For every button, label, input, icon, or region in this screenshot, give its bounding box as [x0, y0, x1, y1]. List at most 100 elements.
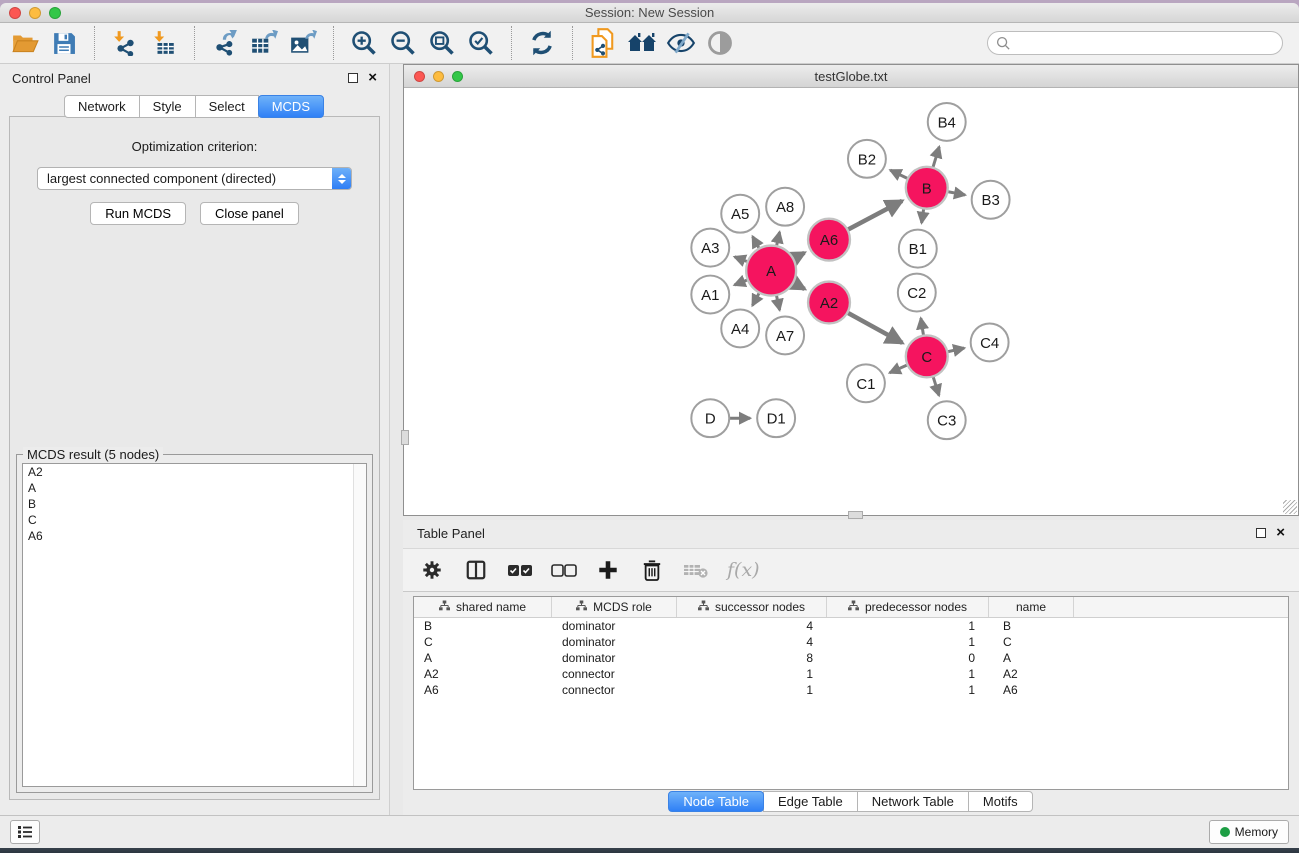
- unselect-all-columns-icon[interactable]: [551, 557, 577, 583]
- graph-node-C3[interactable]: C3: [928, 401, 966, 439]
- graph-node-A[interactable]: A: [746, 246, 796, 296]
- graph-node-C2[interactable]: C2: [898, 274, 936, 312]
- export-network-icon[interactable]: [210, 28, 240, 58]
- table-cell[interactable]: A6: [414, 683, 552, 697]
- graph-node-D[interactable]: D: [691, 399, 729, 437]
- result-list-item[interactable]: A: [23, 480, 366, 496]
- memory-button[interactable]: Memory: [1209, 820, 1289, 844]
- run-mcds-button[interactable]: Run MCDS: [90, 202, 186, 225]
- task-history-button[interactable]: [10, 820, 40, 844]
- table-cell[interactable]: A2: [989, 667, 1074, 681]
- graph-node-B[interactable]: B: [906, 167, 948, 209]
- table-row[interactable]: Cdominator41C: [414, 634, 1288, 650]
- graph-edge-A2-C[interactable]: [846, 312, 903, 343]
- graph-node-C[interactable]: C: [906, 335, 948, 377]
- result-scrollbar[interactable]: [353, 464, 366, 786]
- tab-select[interactable]: Select: [195, 95, 259, 118]
- graph-node-D1[interactable]: D1: [757, 399, 795, 437]
- tab-motifs[interactable]: Motifs: [968, 791, 1033, 812]
- graph-node-B3[interactable]: B3: [972, 181, 1010, 219]
- table-cell[interactable]: 1: [827, 667, 989, 681]
- table-cell[interactable]: A: [989, 651, 1074, 665]
- graph-node-A3[interactable]: A3: [691, 229, 729, 267]
- graph-edge-A6-B[interactable]: [846, 201, 902, 231]
- graph-node-B2[interactable]: B2: [848, 140, 886, 178]
- tab-network[interactable]: Network: [64, 95, 140, 118]
- tab-node-table[interactable]: Node Table: [668, 791, 764, 812]
- graph-edge-B-B4[interactable]: [932, 147, 939, 170]
- table-cell[interactable]: 4: [677, 635, 827, 649]
- splitter-grip[interactable]: [848, 511, 863, 519]
- table-cell[interactable]: dominator: [552, 651, 677, 665]
- cyndex-home-icon[interactable]: [627, 28, 657, 58]
- network-window-titlebar[interactable]: testGlobe.txt: [404, 65, 1298, 88]
- graph-node-B4[interactable]: B4: [928, 103, 966, 141]
- close-panel-button[interactable]: Close panel: [200, 202, 299, 225]
- mcds-result-list[interactable]: A2ABCA6: [22, 463, 367, 787]
- network-zoom-button[interactable]: [452, 71, 463, 82]
- clone-network-icon[interactable]: [588, 28, 618, 58]
- import-network-icon[interactable]: [110, 28, 140, 58]
- open-session-icon[interactable]: [10, 28, 40, 58]
- table-cell[interactable]: A2: [414, 667, 552, 681]
- table-row[interactable]: Adominator80A: [414, 650, 1288, 666]
- show-graphics-details-icon[interactable]: [705, 28, 735, 58]
- table-cell[interactable]: 0: [827, 651, 989, 665]
- table-row[interactable]: A6connector11A6: [414, 682, 1288, 698]
- table-cell[interactable]: B: [989, 619, 1074, 633]
- graph-edge-B-B2[interactable]: [890, 170, 909, 179]
- hide-graphics-details-icon[interactable]: [666, 28, 696, 58]
- graph-edge-C-C1[interactable]: [890, 364, 910, 373]
- table-cell[interactable]: dominator: [552, 619, 677, 633]
- network-canvas[interactable]: B4B2BB3A5A8A6A3AB1A1A2C2A4A7C4CC1C3DD1: [404, 89, 1298, 515]
- table-cell[interactable]: connector: [552, 683, 677, 697]
- tab-network-table[interactable]: Network Table: [857, 791, 969, 812]
- table-cell[interactable]: 1: [827, 635, 989, 649]
- column-header-name[interactable]: name: [989, 597, 1074, 617]
- close-table-panel-icon[interactable]: ×: [1276, 528, 1285, 538]
- table-cell[interactable]: A6: [989, 683, 1074, 697]
- table-row[interactable]: Bdominator41B: [414, 618, 1288, 634]
- graph-node-B1[interactable]: B1: [899, 230, 937, 268]
- table-cell[interactable]: C: [414, 635, 552, 649]
- network-close-button[interactable]: [414, 71, 425, 82]
- graph-node-A2[interactable]: A2: [808, 282, 850, 324]
- save-session-icon[interactable]: [49, 28, 79, 58]
- tab-style[interactable]: Style: [139, 95, 196, 118]
- table-cell[interactable]: 4: [677, 619, 827, 633]
- table-cell[interactable]: 1: [827, 683, 989, 697]
- show-column-icon[interactable]: [463, 557, 489, 583]
- network-minimize-button[interactable]: [433, 71, 444, 82]
- import-table-icon[interactable]: [149, 28, 179, 58]
- search-input[interactable]: [1016, 36, 1274, 50]
- result-list-item[interactable]: A2: [23, 464, 366, 480]
- graph-node-C4[interactable]: C4: [971, 323, 1009, 361]
- table-row[interactable]: A2connector11A2: [414, 666, 1288, 682]
- export-table-icon[interactable]: [249, 28, 279, 58]
- zoom-window-button[interactable]: [49, 7, 61, 19]
- tab-edge-table[interactable]: Edge Table: [763, 791, 858, 812]
- table-cell[interactable]: connector: [552, 667, 677, 681]
- zoom-out-icon[interactable]: [388, 28, 418, 58]
- table-cell[interactable]: 8: [677, 651, 827, 665]
- table-cell[interactable]: 1: [827, 619, 989, 633]
- table-cell[interactable]: B: [414, 619, 552, 633]
- graph-node-A6[interactable]: A6: [808, 219, 850, 261]
- result-list-item[interactable]: C: [23, 512, 366, 528]
- refresh-layout-icon[interactable]: [527, 28, 557, 58]
- graph-node-C1[interactable]: C1: [847, 364, 885, 402]
- optimization-criterion-dropdown[interactable]: largest connected component (directed): [37, 167, 352, 190]
- splitter-grip[interactable]: [401, 430, 409, 445]
- column-header-MCDS-role[interactable]: MCDS role: [552, 597, 677, 617]
- graph-node-A7[interactable]: A7: [766, 316, 804, 354]
- graph-node-A1[interactable]: A1: [691, 276, 729, 314]
- result-list-item[interactable]: B: [23, 496, 366, 512]
- graph-node-A4[interactable]: A4: [721, 309, 759, 347]
- float-table-panel-icon[interactable]: [1256, 528, 1266, 538]
- table-cell[interactable]: 1: [677, 667, 827, 681]
- column-header-successor-nodes[interactable]: successor nodes: [677, 597, 827, 617]
- table-cell[interactable]: C: [989, 635, 1074, 649]
- zoom-selected-icon[interactable]: [466, 28, 496, 58]
- resize-grip-icon[interactable]: [1283, 500, 1297, 514]
- float-panel-icon[interactable]: [348, 73, 358, 83]
